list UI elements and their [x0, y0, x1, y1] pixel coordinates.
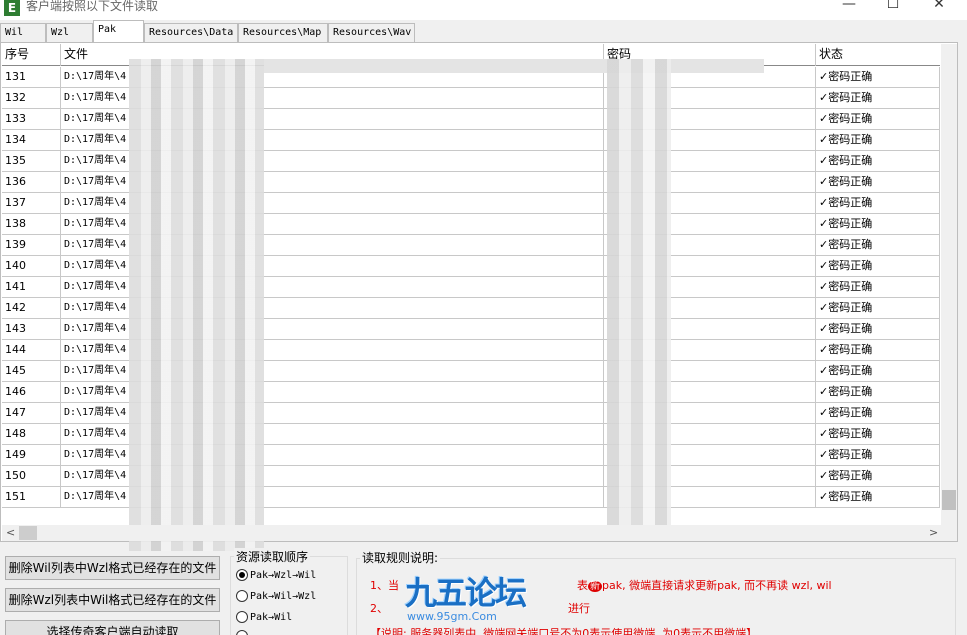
- cell-status: ✓密码正确: [816, 424, 940, 445]
- cell-status: ✓密码正确: [816, 277, 940, 298]
- cell-status: ✓密码正确: [816, 361, 940, 382]
- cell-status: ✓密码正确: [816, 193, 940, 214]
- app-icon: E: [4, 0, 20, 16]
- maximize-button[interactable]: ☐: [873, 0, 913, 14]
- cell-status: ✓密码正确: [816, 319, 940, 340]
- cell-no: 132: [2, 88, 61, 109]
- watermark-url: www.95gm.Com: [407, 610, 497, 623]
- cell-status: ✓密码正确: [816, 88, 940, 109]
- cell-no: 138: [2, 214, 61, 235]
- tab-resources-data[interactable]: Resources\Data: [144, 23, 238, 42]
- cell-status: ✓密码正确: [816, 109, 940, 130]
- file-grid-panel: 序号 文件 密码 状态 131 D:\17周年\4 ✓密码正确 132 D:\17周年\…: [0, 42, 958, 551]
- vertical-scrollbar[interactable]: [941, 44, 957, 529]
- cell-no: 144: [2, 340, 61, 361]
- scroll-right-arrow[interactable]: >: [929, 525, 938, 541]
- cell-status: ✓密码正确: [816, 235, 940, 256]
- cell-no: 150: [2, 466, 61, 487]
- tab-resources-wav[interactable]: Resources\Wav: [328, 23, 415, 42]
- cell-no: 145: [2, 361, 61, 382]
- cell-status: ✓密码正确: [816, 172, 940, 193]
- tab-wil[interactable]: Wil: [0, 23, 46, 42]
- radio-dot[interactable]: [236, 611, 248, 623]
- redacted-header-region: [264, 59, 764, 73]
- cell-no: 146: [2, 382, 61, 403]
- close-button[interactable]: ✕: [919, 0, 959, 14]
- radio-dot[interactable]: [236, 569, 248, 581]
- tab-resources-map[interactable]: Resources\Map: [238, 23, 328, 42]
- cell-status: ✓密码正确: [816, 130, 940, 151]
- cell-status: ✓密码正确: [816, 256, 940, 277]
- radio-dot[interactable]: [236, 630, 248, 635]
- cell-no: 134: [2, 130, 61, 151]
- cell-no: 143: [2, 319, 61, 340]
- cell-no: 141: [2, 277, 61, 298]
- horizontal-scrollbar[interactable]: < >: [2, 525, 957, 541]
- cell-no: 142: [2, 298, 61, 319]
- column-header-no[interactable]: 序号: [2, 44, 61, 66]
- cell-status: ✓密码正确: [816, 67, 940, 88]
- delete-wil-duplicates-button[interactable]: 删除Wil列表中Wzl格式已经存在的文件: [5, 556, 220, 580]
- cell-no: 137: [2, 193, 61, 214]
- scroll-left-arrow[interactable]: <: [6, 525, 15, 541]
- cell-no: 151: [2, 487, 61, 508]
- rules-title: 读取规则说明:: [360, 549, 441, 566]
- cell-no: 140: [2, 256, 61, 277]
- tab-wzl[interactable]: Wzl: [46, 23, 93, 42]
- delete-wzl-duplicates-button[interactable]: 删除Wzl列表中Wil格式已经存在的文件: [5, 588, 220, 612]
- cell-no: 136: [2, 172, 61, 193]
- vertical-scroll-thumb[interactable]: [942, 490, 956, 510]
- cell-status: ✓密码正确: [816, 403, 940, 424]
- cell-status: ✓密码正确: [816, 382, 940, 403]
- auto-read-client-button[interactable]: 选择传奇客户端自动读取: [5, 620, 220, 635]
- forum-watermark-logo: 九五论坛 www.95gm.Com: [405, 568, 580, 628]
- radio-order-2[interactable]: Pak→Wil→Wzl: [236, 590, 316, 602]
- cell-no: 131: [2, 67, 61, 88]
- tab-bar: Wil Wzl Pak Resources\Data Resources\Map…: [0, 20, 967, 42]
- read-order-title: 资源读取顺序: [234, 548, 311, 565]
- column-header-status[interactable]: 状态: [816, 44, 940, 66]
- cell-status: ✓密码正确: [816, 151, 940, 172]
- cell-no: 149: [2, 445, 61, 466]
- radio-order-4[interactable]: [236, 630, 250, 635]
- cell-no: 135: [2, 151, 61, 172]
- radio-dot[interactable]: [236, 590, 248, 602]
- cell-status: ✓密码正确: [816, 487, 940, 508]
- cell-no: 133: [2, 109, 61, 130]
- cell-status: ✓密码正确: [816, 340, 940, 361]
- redacted-password-region: [607, 59, 671, 534]
- cell-status: ✓密码正确: [816, 298, 940, 319]
- cell-no: 139: [2, 235, 61, 256]
- cell-no: 148: [2, 424, 61, 445]
- cell-status: ✓密码正确: [816, 214, 940, 235]
- radio-order-3[interactable]: Pak→Wil: [236, 611, 292, 623]
- watermark-text: 九五论坛: [405, 574, 527, 612]
- title-bar: E 客户端按照以下文件读取 — ☐ ✕: [0, 0, 967, 20]
- radio-order-1[interactable]: Pak→Wzl→Wil: [236, 569, 316, 581]
- tab-pak[interactable]: Pak: [93, 20, 144, 42]
- minimize-button[interactable]: —: [829, 0, 869, 14]
- cell-status: ✓密码正确: [816, 466, 940, 487]
- cell-status: ✓密码正确: [816, 445, 940, 466]
- cell-no: 147: [2, 403, 61, 424]
- window-title: 客户端按照以下文件读取: [26, 0, 159, 13]
- redacted-file-region: [129, 59, 264, 551]
- horizontal-scroll-thumb[interactable]: [19, 526, 37, 540]
